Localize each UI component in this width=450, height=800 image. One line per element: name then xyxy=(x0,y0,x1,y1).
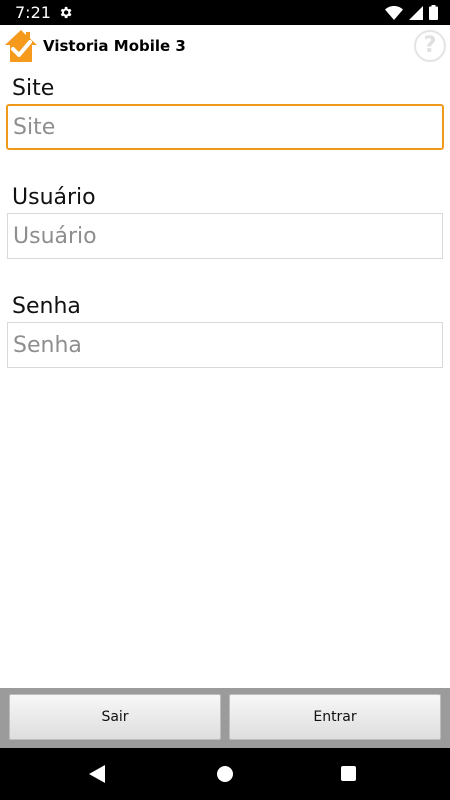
user-label: Usuário xyxy=(12,185,96,210)
recents-icon[interactable] xyxy=(341,766,356,781)
user-input[interactable] xyxy=(7,213,443,259)
back-icon[interactable] xyxy=(89,765,105,783)
settings-icon xyxy=(60,6,72,19)
password-input[interactable] xyxy=(7,322,443,368)
help-icon: ? xyxy=(423,33,437,58)
exit-button[interactable]: Sair xyxy=(9,694,221,740)
action-bar: Sair Entrar xyxy=(0,688,450,748)
home-icon[interactable] xyxy=(217,766,233,782)
exit-button-label: Sair xyxy=(101,709,129,725)
wifi-icon xyxy=(385,5,403,20)
enter-button-label: Entrar xyxy=(313,709,357,725)
status-icons xyxy=(385,5,438,20)
help-button[interactable]: ? xyxy=(414,30,446,62)
password-label: Senha xyxy=(12,294,81,319)
battery-icon xyxy=(429,5,438,20)
signal-icon xyxy=(409,5,423,20)
site-label: Site xyxy=(12,76,55,101)
enter-button[interactable]: Entrar xyxy=(229,694,441,740)
status-bar: 7:21 xyxy=(0,0,450,25)
site-input[interactable] xyxy=(6,104,444,150)
navigation-bar xyxy=(0,748,450,800)
app-header: Vistoria Mobile 3 ? xyxy=(0,25,450,67)
house-check-icon xyxy=(5,30,37,62)
app-title: Vistoria Mobile 3 xyxy=(43,37,186,55)
status-time: 7:21 xyxy=(15,3,51,22)
